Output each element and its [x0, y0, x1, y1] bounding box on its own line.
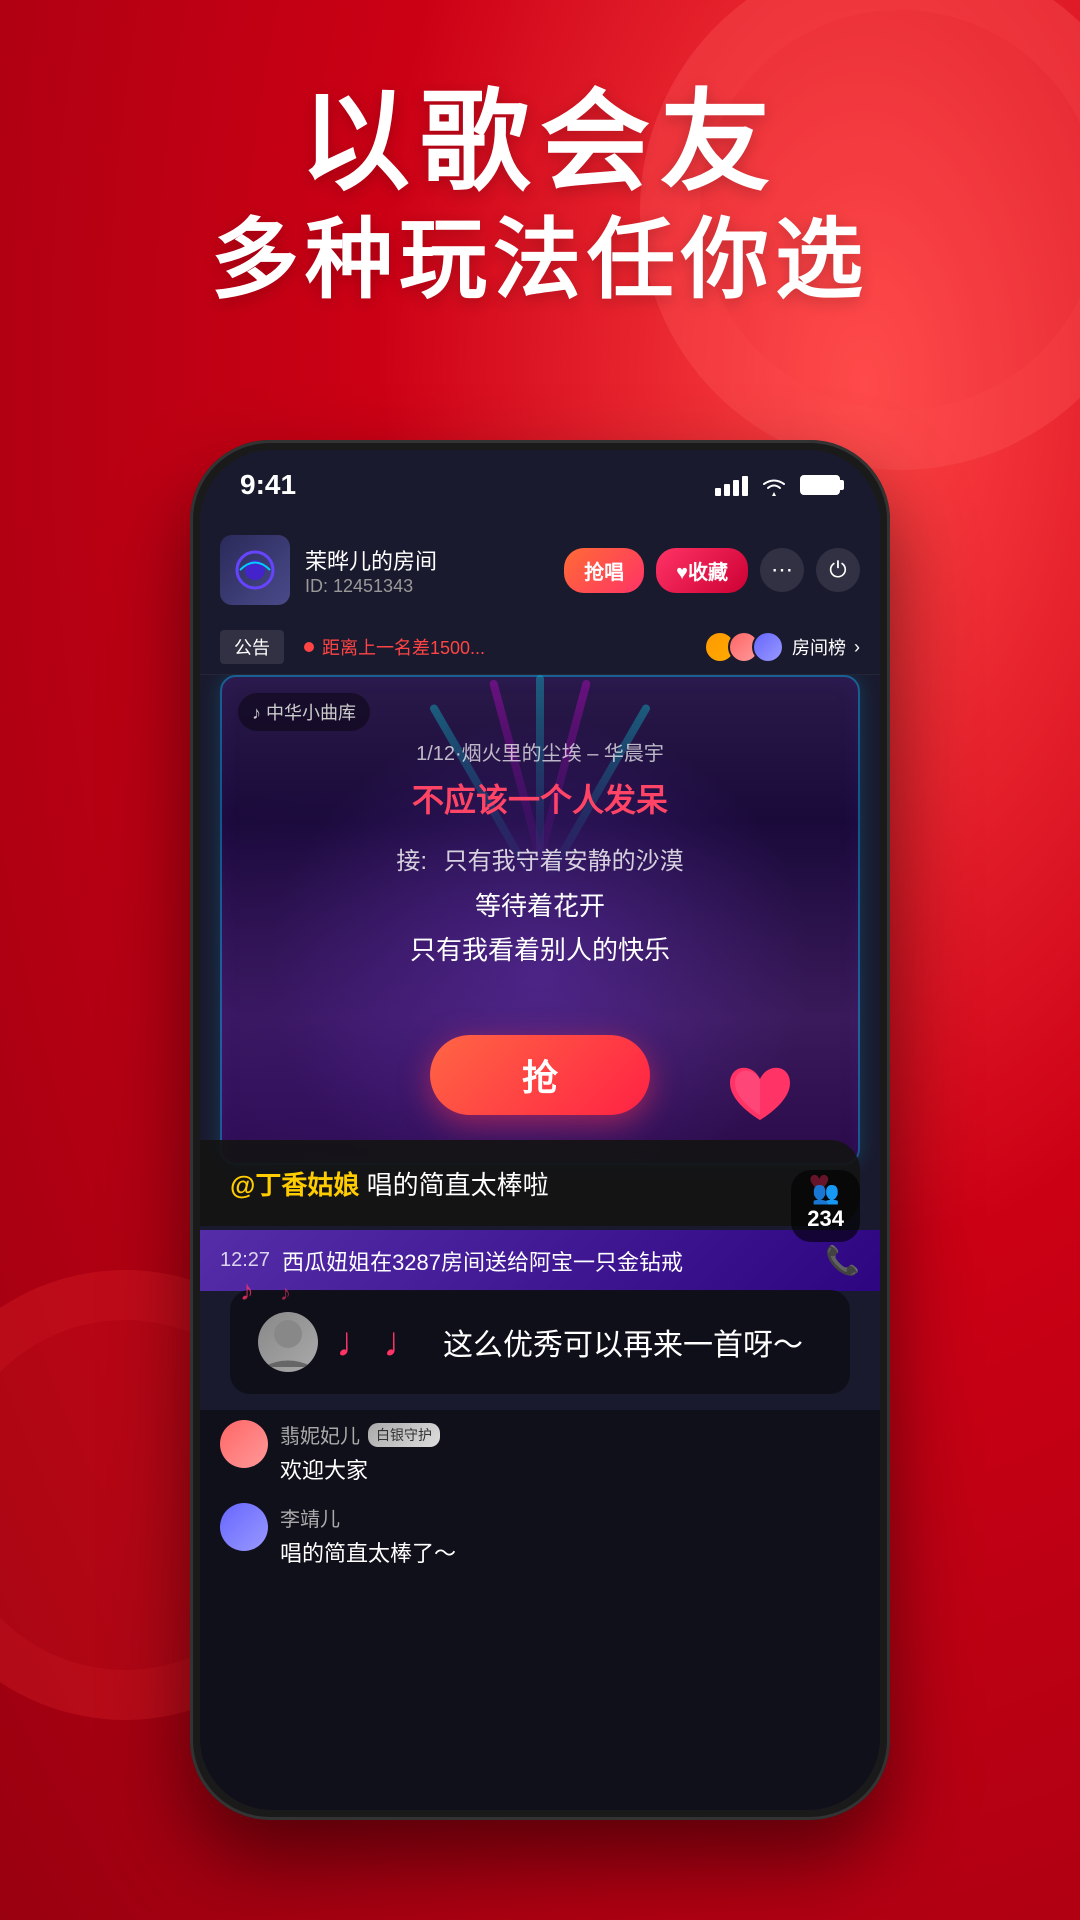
chat-username-1: 翡妮妃儿 白银守护	[280, 1420, 860, 1449]
lyrics-next-line-1: 只有我守着安静的沙漠	[444, 848, 684, 875]
comment-text: @丁香姑娘 唱的简直太棒啦	[230, 1165, 794, 1202]
notice-content: 距离上一名差1500...	[322, 634, 485, 660]
music-note-1: ♩	[336, 1318, 378, 1366]
chat-message-1: 欢迎大家	[280, 1453, 860, 1485]
lyrics-current: 不应该一个人发呆	[220, 775, 860, 821]
lyrics-next-line-2: 等待着花开	[220, 884, 860, 928]
room-actions: 抢唱 ♥收藏 ⋯ ⏻	[564, 548, 860, 593]
room-name: 茉晔儿的房间	[305, 544, 549, 576]
lyrics-next-label: 接: 只有我守着安静的沙漠	[220, 841, 860, 876]
chat-name-1: 翡妮妃儿	[280, 1420, 360, 1449]
chat-avatar-1	[220, 1420, 268, 1468]
room-header: 茉晔儿的房间 ID: 12451343 抢唱 ♥收藏 ⋯ ⏻	[200, 520, 880, 620]
chat-list: 翡妮妃儿 白银守护 欢迎大家 李靖儿 唱的简直太棒了～	[200, 1410, 880, 1810]
audience-badge: 👥 234	[791, 1170, 860, 1242]
headline-section: 以歌会友 多种玩法任你选	[0, 80, 1080, 312]
battery-icon	[800, 475, 840, 495]
status-icons	[715, 474, 840, 496]
room-info: 茉晔儿的房间 ID: 12451343	[305, 544, 549, 597]
phone-container: 9:41	[190, 440, 890, 1820]
song-request-avatar	[258, 1312, 318, 1372]
signal-bar-1	[715, 488, 721, 496]
signal-bar-4	[742, 476, 748, 496]
chat-content-1: 翡妮妃儿 白银守护 欢迎大家	[280, 1420, 860, 1485]
comment-username: @丁香姑娘	[230, 1170, 359, 1200]
rank-avatars	[704, 631, 784, 663]
song-request-text: 这么优秀可以再来一首呀～	[443, 1320, 822, 1364]
chat-item-2: 李靖儿 唱的简直太棒了～	[220, 1503, 860, 1568]
room-id: ID: 12451343	[305, 576, 549, 597]
dot-red	[304, 642, 314, 652]
grab-button[interactable]: 抢	[430, 1035, 650, 1115]
comment-popup: @丁香姑娘 唱的简直太棒啦 ♥	[200, 1140, 860, 1226]
status-time: 9:41	[240, 469, 296, 501]
grab-sing-button[interactable]: 抢唱	[564, 548, 644, 593]
wifi-icon	[760, 474, 788, 496]
chat-item-1: 翡妮妃儿 白银守护 欢迎大家	[220, 1420, 860, 1485]
song-request-popup: ♪ ♪ ♩ ♩ 这么优秀可以再来一首呀～	[230, 1290, 850, 1394]
chat-badge-silver-1: 白银守护	[368, 1423, 440, 1447]
notice-bar: 公告 距离上一名差1500... 房间榜 ›	[200, 620, 880, 675]
audience-count: 234	[807, 1206, 844, 1232]
chat-name-2: 李靖儿	[280, 1503, 340, 1532]
collect-button[interactable]: ♥收藏	[656, 548, 748, 593]
chat-avatar-2	[220, 1503, 268, 1551]
music-notes: ♩ ♩	[336, 1318, 425, 1366]
music-note-float-2: ♪	[280, 1280, 291, 1306]
audience-icon: 👥	[807, 1180, 844, 1206]
heart-decoration	[720, 1055, 800, 1135]
more-menu-button[interactable]: ⋯	[760, 548, 804, 592]
rank-label: 房间榜	[792, 634, 846, 660]
signal-bar-3	[733, 480, 739, 496]
notice-badge: 公告	[220, 630, 284, 664]
signal-bar-2	[724, 484, 730, 496]
lyrics-next-line-3: 只有我看着别人的快乐	[220, 928, 860, 972]
signal-icon	[715, 474, 748, 496]
rank-avatar-3	[752, 631, 784, 663]
gift-time: 12:27	[220, 1249, 270, 1272]
music-note-2: ♩	[383, 1318, 425, 1366]
phone-screen: 9:41	[200, 450, 880, 1810]
song-library-badge: ♪ 中华小曲库	[238, 693, 370, 731]
power-button[interactable]: ⏻	[816, 548, 860, 592]
notice-text: 距离上一名差1500...	[304, 634, 684, 660]
song-area: ♪ 中华小曲库 1/12·烟火里的尘埃 – 华晨宇 不应该一个人发呆 接: 只有…	[220, 675, 860, 1165]
comment-message: 唱的简直太棒啦	[367, 1170, 549, 1200]
next-label-text: 接:	[396, 848, 427, 875]
gift-text: 西瓜妞姐在3287房间送给阿宝一只金钻戒	[282, 1245, 813, 1277]
gift-icon: 📞	[825, 1244, 860, 1277]
music-note-float-1: ♪	[240, 1275, 254, 1307]
headline-line2: 多种玩法任你选	[0, 207, 1080, 313]
gift-notification: 12:27 西瓜妞姐在3287房间送给阿宝一只金钻戒 📞	[200, 1230, 880, 1291]
chat-username-2: 李靖儿	[280, 1503, 860, 1532]
song-number: 1/12·烟火里的尘埃 – 华晨宇	[220, 737, 860, 766]
grab-btn-container: 抢	[220, 1035, 860, 1115]
room-avatar	[220, 535, 290, 605]
rank-chevron: ›	[854, 637, 860, 658]
song-lyrics-area: 不应该一个人发呆 接: 只有我守着安静的沙漠 等待着花开 只有我看着别人的快乐	[220, 775, 860, 972]
status-bar: 9:41	[200, 450, 880, 520]
chat-content-2: 李靖儿 唱的简直太棒了～	[280, 1503, 860, 1568]
headline-line1: 以歌会友	[0, 80, 1080, 207]
chat-message-2: 唱的简直太棒了～	[280, 1536, 860, 1568]
phone-shell: 9:41	[190, 440, 890, 1820]
room-rank[interactable]: 房间榜 ›	[704, 631, 860, 663]
